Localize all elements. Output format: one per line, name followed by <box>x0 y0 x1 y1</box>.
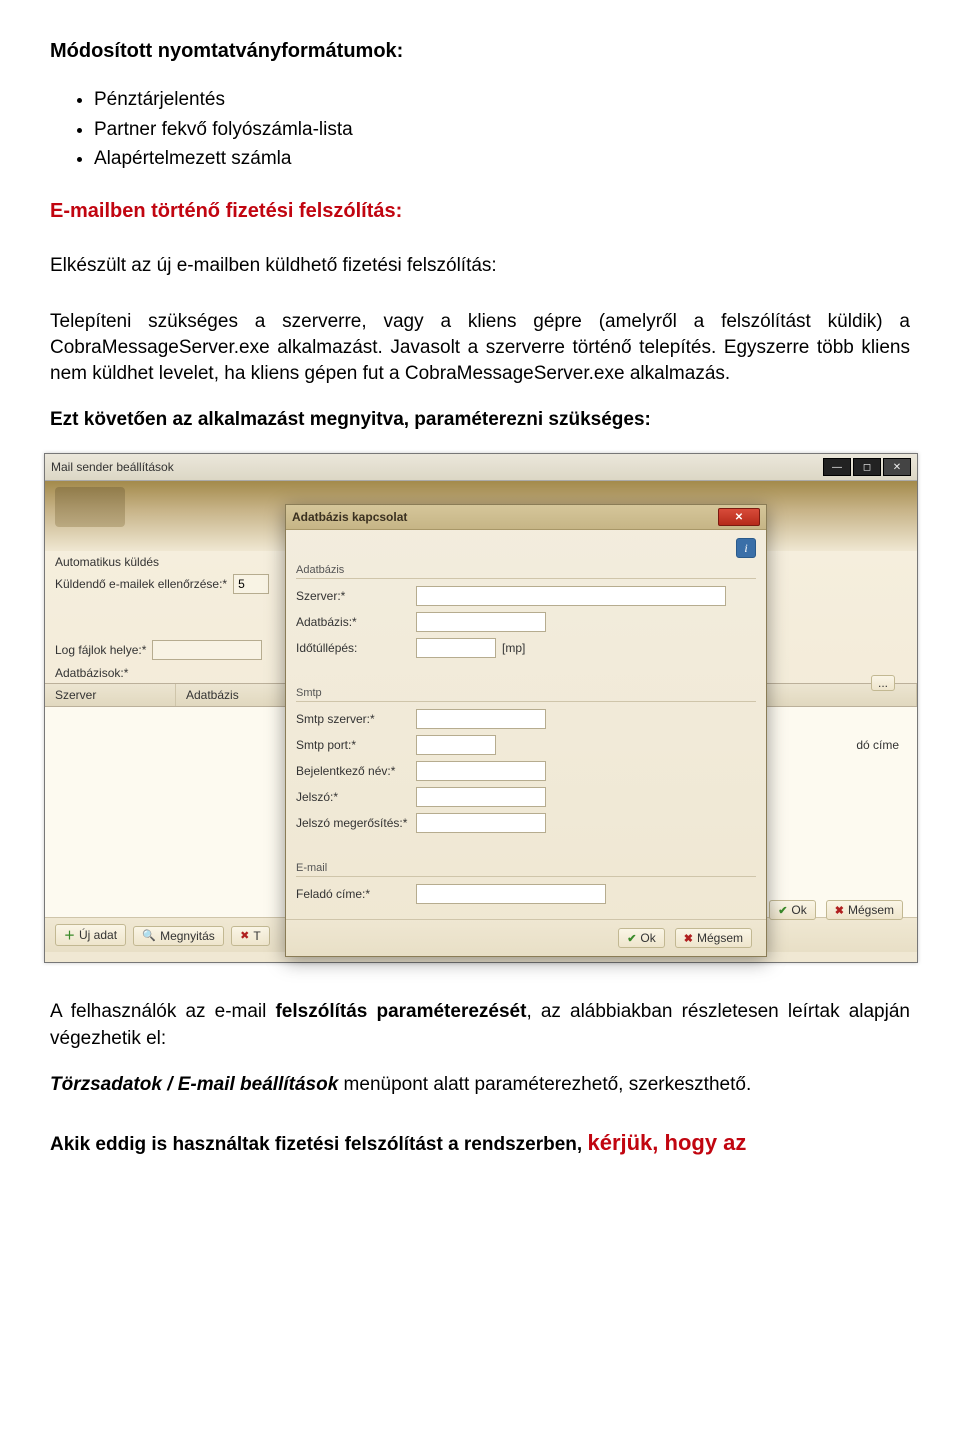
paragraph: Akik eddig is használtak fizetési felszó… <box>50 1128 910 1158</box>
fieldset-database: Adatbázis <box>296 564 756 579</box>
check-icon: ✔ <box>627 932 636 945</box>
open-icon: 🔍 <box>142 929 156 942</box>
info-icon[interactable]: i <box>736 538 756 558</box>
heading-modified-formats: Módosított nyomtatványformátumok: <box>50 40 910 63</box>
col-server: Szerver <box>45 684 176 706</box>
sender-input[interactable] <box>416 884 606 904</box>
delete-icon: ✖ <box>240 929 249 942</box>
new-button[interactable]: ＋Új adat <box>55 924 126 946</box>
dialog-cancel-button[interactable]: ✖Mégsem <box>675 928 752 948</box>
database-input[interactable] <box>416 612 546 632</box>
x-icon: ✖ <box>684 932 693 945</box>
minimize-button[interactable]: — <box>823 458 851 476</box>
delete-button[interactable]: ✖T <box>231 926 270 946</box>
browse-button[interactable]: ... <box>871 675 895 691</box>
dialog-titlebar: Adatbázis kapcsolat ✕ <box>286 505 766 530</box>
open-button[interactable]: 🔍Megnyitás <box>133 926 223 946</box>
smtp-port-label: Smtp port:* <box>296 738 416 752</box>
check-icon: ✔ <box>778 904 787 917</box>
smtp-server-label: Smtp szerver:* <box>296 712 416 726</box>
dialog-ok-button[interactable]: ✔Ok <box>618 928 665 948</box>
db-list-label: Adatbázisok:* <box>55 666 128 680</box>
password-confirm-label: Jelszó megerősítés:* <box>296 816 416 830</box>
password-label: Jelszó:* <box>296 790 416 804</box>
server-label: Szerver:* <box>296 589 416 603</box>
database-label: Adatbázis:* <box>296 615 416 629</box>
dialog-title: Adatbázis kapcsolat <box>292 510 407 524</box>
plus-icon: ＋ <box>64 927 75 943</box>
paragraph-bold: Ezt követően az alkalmazást megnyitva, p… <box>50 407 910 433</box>
paragraph: Telepíteni szükséges a szerverre, vagy a… <box>50 309 910 388</box>
password-confirm-input[interactable] <box>416 813 546 833</box>
timeout-suffix: [mp] <box>502 641 525 655</box>
smtp-server-input[interactable] <box>416 709 546 729</box>
smtp-port-input[interactable] <box>416 735 496 755</box>
list-item: Pénztárjelentés <box>94 87 910 113</box>
fieldset-smtp: Smtp <box>296 687 756 702</box>
paragraph: Törzsadatok / E-mail beállítások menüpon… <box>50 1072 910 1098</box>
maximize-button[interactable]: ◻ <box>853 458 881 476</box>
check-interval-input[interactable] <box>233 574 269 594</box>
password-input[interactable] <box>416 787 546 807</box>
bg-ok-button[interactable]: ✔Ok <box>769 900 816 920</box>
login-label: Bejelentkező név:* <box>296 764 416 778</box>
db-connection-dialog: Adatbázis kapcsolat ✕ i Adatbázis Szerve… <box>285 504 767 957</box>
login-input[interactable] <box>416 761 546 781</box>
close-button[interactable]: ✕ <box>883 458 911 476</box>
check-interval-label: Küldendő e-mailek ellenőrzése:* <box>55 577 227 591</box>
paragraph: Elkészült az új e-mailben küldhető fizet… <box>50 253 910 279</box>
server-input[interactable] <box>416 586 726 606</box>
heading-email-notice: E-mailben történő fizetési felszólítás: <box>50 200 910 223</box>
timeout-input[interactable] <box>416 638 496 658</box>
x-icon: ✖ <box>835 904 844 917</box>
list-item: Alapértelmezett számla <box>94 146 910 172</box>
fieldset-email: E-mail <box>296 862 756 877</box>
bg-cancel-button[interactable]: ✖Mégsem <box>826 900 903 920</box>
window-title: Mail sender beállítások <box>51 460 174 474</box>
timeout-label: Időtúllépés: <box>296 641 416 655</box>
bullet-list: Pénztárjelentés Partner fekvő folyószáml… <box>50 87 910 172</box>
sender-label: Feladó címe:* <box>296 887 416 901</box>
dialog-close-button[interactable]: ✕ <box>718 508 760 526</box>
titlebar: Mail sender beállítások — ◻ ✕ <box>45 454 917 481</box>
paragraph: A felhasználók az e-mail felszólítás par… <box>50 999 910 1051</box>
app-window: Mail sender beállítások — ◻ ✕ Automatiku… <box>44 453 918 963</box>
partial-column-label: dó címe <box>856 738 899 752</box>
log-path-input[interactable] <box>152 640 262 660</box>
list-item: Partner fekvő folyószámla-lista <box>94 117 910 143</box>
log-path-label: Log fájlok helye:* <box>55 643 146 657</box>
